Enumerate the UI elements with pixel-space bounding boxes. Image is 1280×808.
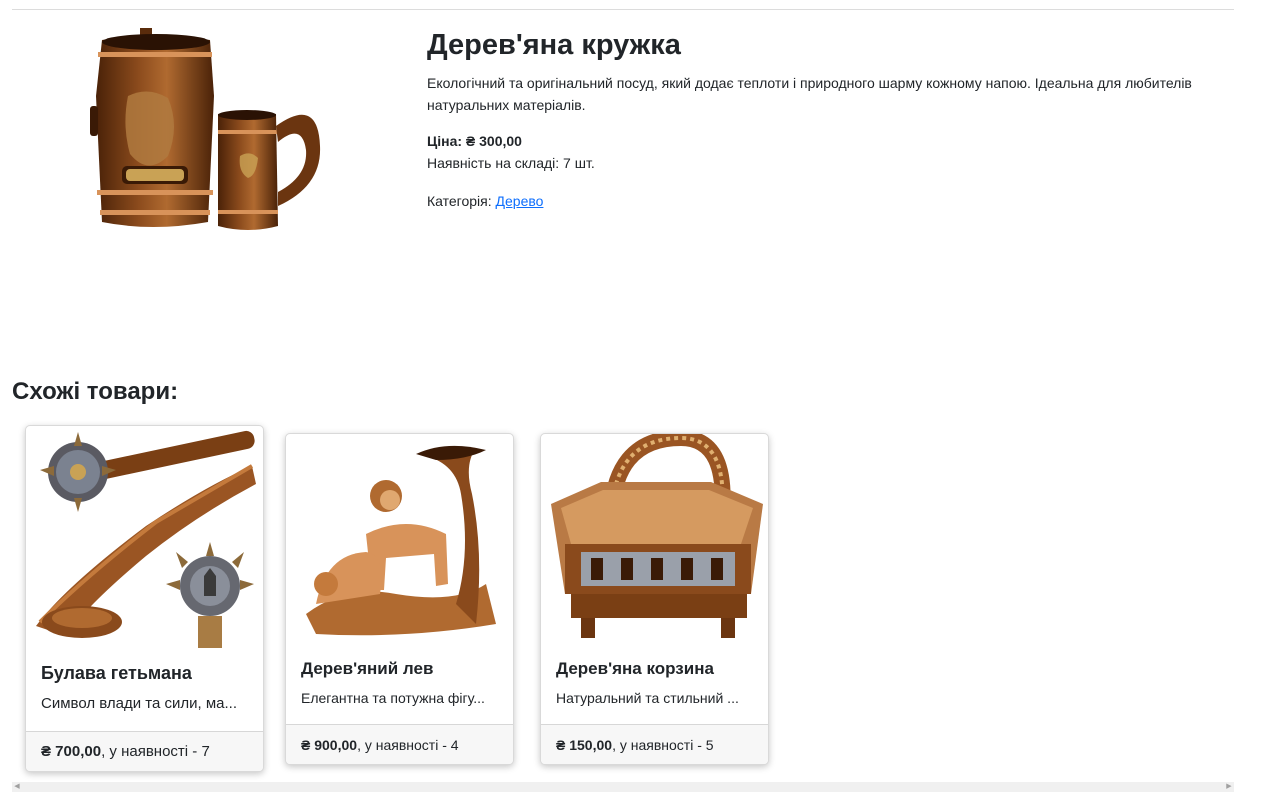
similar-product-card[interactable]: Дерев'яний лев Елегантна та потужна фігу… <box>285 433 514 765</box>
product-category: Категорія: Дерево <box>427 190 1217 212</box>
card-title: Дерев'яний лев <box>301 659 434 678</box>
product-card-image <box>551 434 763 638</box>
product-card-image <box>36 430 256 648</box>
product-card-image <box>306 445 496 636</box>
card-footer: ₴ 700,00, у наявності - 7 <box>26 731 263 771</box>
card-footer: ₴ 900,00, у наявності - 4 <box>286 724 513 764</box>
similar-product-card[interactable]: Булава гетьмана Символ влади та сили, ма… <box>25 425 264 772</box>
similar-products-heading: Схожі товари: <box>12 378 179 405</box>
card-availability: , у наявності - 5 <box>612 737 714 753</box>
card-price: ₴ 700,00 <box>41 743 102 760</box>
product-info: Дерев'яна кружка Екологічний та оригінал… <box>427 26 1217 212</box>
card-availability: , у наявності - 7 <box>101 743 210 760</box>
category-link[interactable]: Дерево <box>496 193 544 209</box>
product-title: Дерев'яна кружка <box>427 29 681 61</box>
similar-product-card[interactable]: Дерев'яна корзина Натуральний та стильни… <box>540 433 769 765</box>
card-description: Символ влади та сили, ма... <box>41 695 237 712</box>
card-title: Дерев'яна корзина <box>556 659 714 678</box>
product-price: Ціна: ₴ 300,00 <box>427 130 1217 152</box>
card-availability: , у наявності - 4 <box>357 737 459 753</box>
card-description: Натуральний та стильний ... <box>556 690 739 706</box>
product-image <box>90 28 321 230</box>
card-footer: ₴ 150,00, у наявності - 5 <box>541 724 768 764</box>
scroll-left-arrow-icon[interactable]: ◀ <box>12 782 22 792</box>
card-title: Булава гетьмана <box>41 663 192 683</box>
card-price: ₴ 900,00 <box>301 737 358 753</box>
horizontal-scrollbar[interactable]: ◀ ▶ <box>12 782 1234 792</box>
category-prefix: Категорія: <box>427 193 496 209</box>
scroll-right-arrow-icon[interactable]: ▶ <box>1224 782 1234 792</box>
product-stock: Наявність на складі: 7 шт. <box>427 155 595 171</box>
card-description: Елегантна та потужна фігу... <box>301 690 485 706</box>
card-price: ₴ 150,00 <box>556 737 613 753</box>
price-label: Ціна: ₴ 300,00 <box>427 133 522 149</box>
top-divider <box>12 9 1234 10</box>
product-description: Екологічний та оригінальний посуд, який … <box>427 75 1192 113</box>
